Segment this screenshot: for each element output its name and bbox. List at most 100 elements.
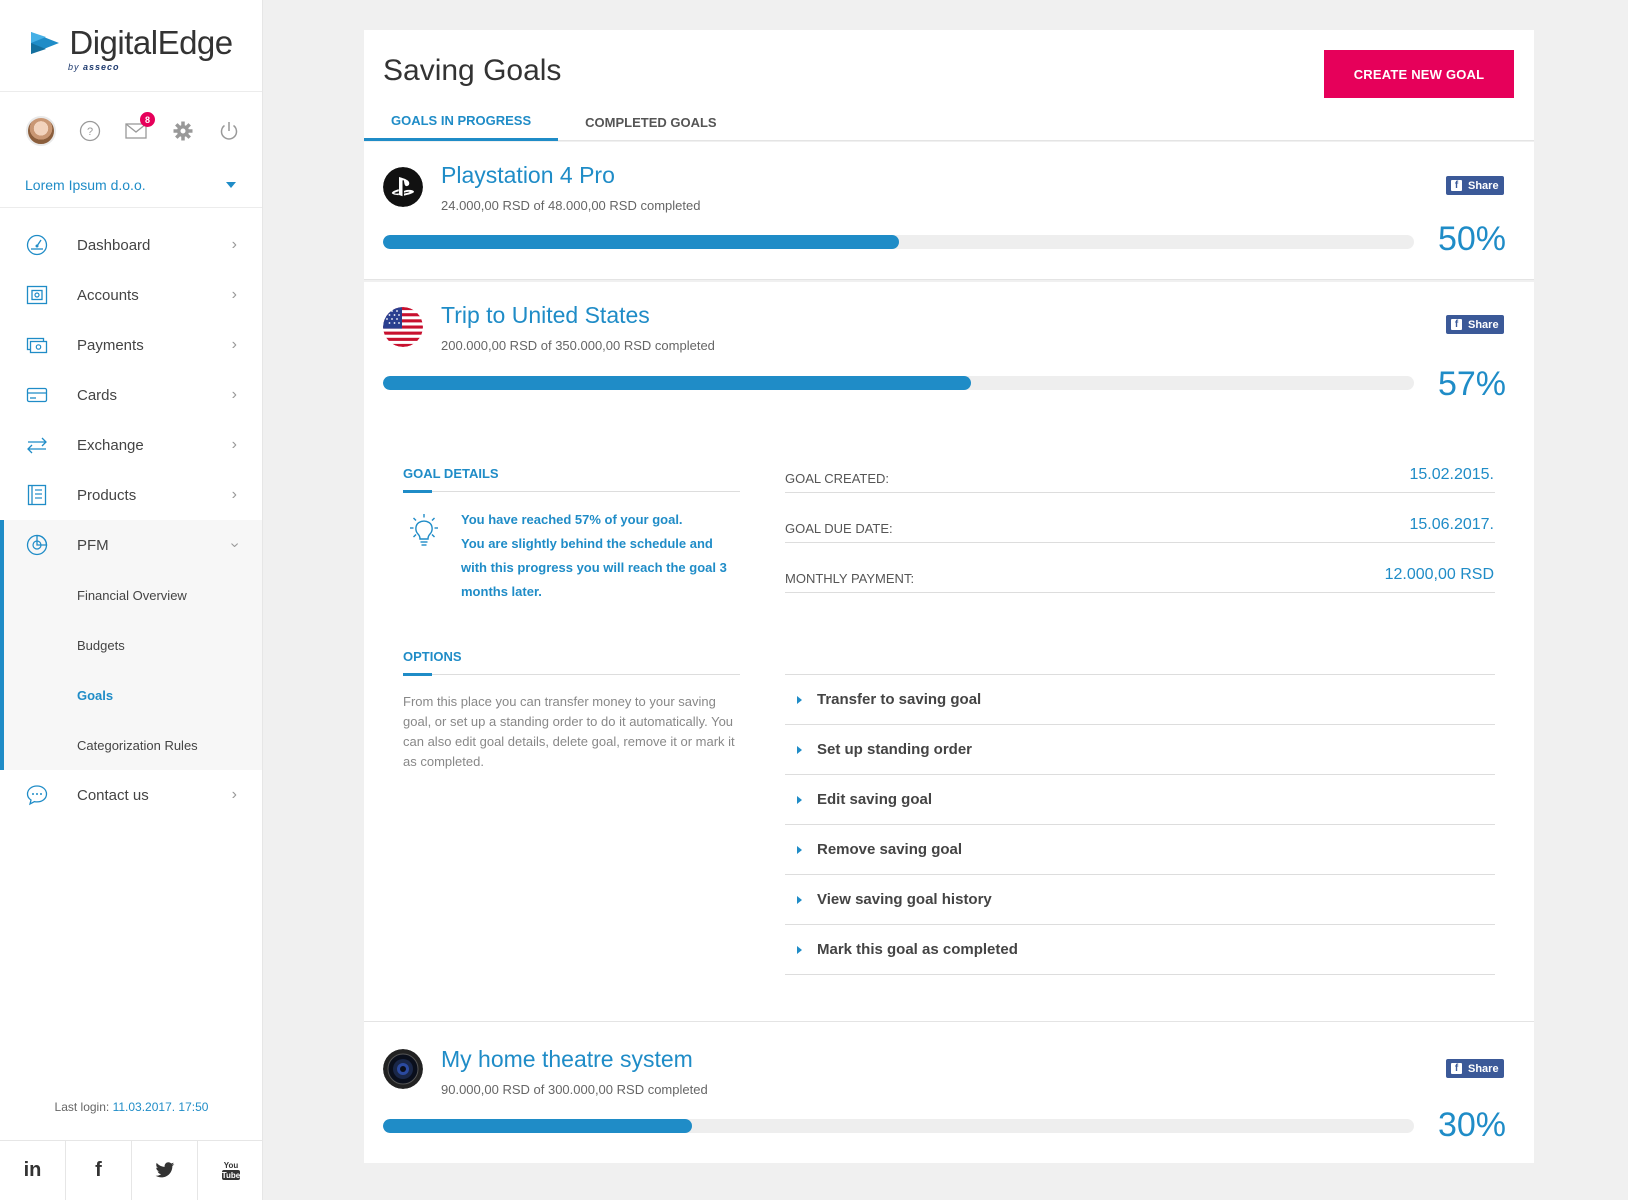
- option-mark-goal-completed[interactable]: Mark this goal as completed: [785, 925, 1495, 975]
- playstation-icon: [383, 167, 423, 207]
- option-set-up-standing-order[interactable]: Set up standing order: [785, 725, 1495, 775]
- divider: [785, 492, 1495, 493]
- chat-icon: [25, 783, 49, 807]
- facebook-icon: f: [1451, 1063, 1462, 1074]
- svg-text:?: ?: [86, 126, 92, 138]
- last-login-value: 11.03.2017. 17:50: [112, 1100, 209, 1114]
- goal-card[interactable]: My home theatre system 90.000,00 RSD of …: [364, 1021, 1534, 1163]
- progress-bar: [383, 376, 1414, 390]
- lightbulb-icon: [410, 514, 438, 546]
- gear-icon[interactable]: [170, 118, 196, 144]
- goal-progress-text: 24.000,00 RSD of 48.000,00 RSD completed: [441, 198, 701, 213]
- chevron-right-icon: ›: [231, 236, 237, 253]
- speaker-icon: [383, 1049, 423, 1089]
- progress-bar: [383, 235, 1414, 249]
- create-new-goal-button[interactable]: CREATE NEW GOAL: [1324, 50, 1514, 98]
- social-links: in f You Tube: [0, 1140, 263, 1200]
- triangle-right-icon: [797, 895, 802, 904]
- nav-item-payments[interactable]: Payments ›: [0, 320, 262, 370]
- facebook-share-button[interactable]: f Share: [1446, 176, 1504, 195]
- option-view-saving-goal-history[interactable]: View saving goal history: [785, 875, 1495, 925]
- cards-icon: [25, 383, 49, 407]
- company-name: Lorem Ipsum d.o.o.: [25, 176, 146, 193]
- goal-title[interactable]: Playstation 4 Pro: [441, 162, 615, 189]
- goal-title[interactable]: Trip to United States: [441, 302, 650, 329]
- progress-fill: [383, 1119, 693, 1133]
- title-underline: [403, 490, 432, 493]
- avatar[interactable]: [26, 116, 56, 146]
- subnav-financial-overview[interactable]: Financial Overview: [4, 570, 262, 620]
- goal-title[interactable]: My home theatre system: [441, 1046, 693, 1073]
- option-remove-saving-goal[interactable]: Remove saving goal: [785, 825, 1495, 875]
- nav-item-cards[interactable]: Cards ›: [0, 370, 262, 420]
- goal-card-expanded: Trip to United States 200.000,00 RSD of …: [364, 282, 1534, 1022]
- nav-item-products[interactable]: Products ›: [0, 470, 262, 520]
- twitter-icon[interactable]: [132, 1141, 198, 1200]
- facebook-share-button[interactable]: f Share: [1446, 315, 1504, 334]
- pfm-icon: [25, 533, 49, 557]
- triangle-right-icon: [797, 795, 802, 804]
- chevron-down-icon: ›: [226, 542, 244, 548]
- nav-label: Exchange: [77, 436, 144, 454]
- facebook-icon: f: [1451, 319, 1462, 330]
- monthly-payment-value: 12.000,00 RSD: [1384, 566, 1494, 583]
- svg-text:You: You: [223, 1161, 238, 1170]
- payments-icon: [25, 333, 49, 357]
- goal-progress-text: 200.000,00 RSD of 350.000,00 RSD complet…: [441, 338, 715, 353]
- option-transfer-to-saving-goal[interactable]: Transfer to saving goal: [785, 675, 1495, 725]
- linkedin-icon[interactable]: in: [0, 1141, 66, 1200]
- mail-badge: 8: [140, 112, 155, 127]
- nav-label: Cards: [77, 386, 118, 404]
- exchange-icon: [25, 433, 49, 457]
- help-icon[interactable]: ?: [77, 118, 103, 144]
- nav-label: Payments: [77, 336, 144, 354]
- products-icon: [25, 483, 49, 507]
- triangle-right-icon: [797, 945, 802, 954]
- subnav-categorization-rules[interactable]: Categorization Rules: [4, 720, 262, 770]
- goal-created-value: 15.02.2015.: [1409, 466, 1494, 483]
- triangle-right-icon: [797, 745, 802, 754]
- chevron-right-icon: ›: [231, 336, 237, 353]
- goal-card[interactable]: Playstation 4 Pro 24.000,00 RSD of 48.00…: [364, 142, 1534, 280]
- goal-due-date-value: 15.06.2017.: [1409, 516, 1494, 533]
- divider: [785, 542, 1495, 543]
- triangle-right-icon: [797, 695, 802, 704]
- title-underline: [403, 673, 432, 676]
- chevron-right-icon: ›: [231, 286, 237, 303]
- nav-label: PFM: [77, 536, 109, 554]
- divider: [403, 491, 740, 492]
- goal-tip: You have reached 57% of your goal. You a…: [461, 508, 741, 604]
- tab-goals-in-progress[interactable]: GOALS IN PROGRESS: [364, 103, 559, 141]
- nav-label: Products: [77, 486, 137, 504]
- nav-item-contact[interactable]: Contact us ›: [0, 770, 262, 820]
- logo-mark-icon: [31, 31, 60, 54]
- last-login-label: Last login:: [54, 1100, 110, 1114]
- user-bar: ? 8: [0, 100, 262, 162]
- tab-completed-goals[interactable]: COMPLETED GOALS: [558, 103, 743, 141]
- nav-item-dashboard[interactable]: Dashboard ›: [0, 220, 262, 270]
- chevron-right-icon: ›: [231, 486, 237, 503]
- option-edit-saving-goal[interactable]: Edit saving goal: [785, 775, 1495, 825]
- nav-item-exchange[interactable]: Exchange ›: [0, 420, 262, 470]
- power-icon[interactable]: [216, 118, 242, 144]
- company-selector[interactable]: Lorem Ipsum d.o.o.: [0, 162, 262, 208]
- monthly-payment-label: MONTHLY PAYMENT:: [785, 571, 915, 586]
- chevron-right-icon: ›: [231, 786, 237, 803]
- goal-details-title: GOAL DETAILS: [403, 466, 499, 481]
- facebook-share-button[interactable]: f Share: [1446, 1059, 1504, 1078]
- page-header: Saving Goals CREATE NEW GOAL GOALS IN PR…: [364, 30, 1534, 141]
- goal-due-date-label: GOAL DUE DATE:: [785, 521, 893, 536]
- youtube-icon[interactable]: You Tube: [198, 1141, 263, 1200]
- svg-text:Tube: Tube: [221, 1171, 240, 1180]
- brand-logo[interactable]: DigitalEdge by asseco: [0, 0, 262, 92]
- facebook-icon[interactable]: f: [66, 1141, 132, 1200]
- pfm-group: PFM › Financial Overview Budgets Goals C…: [0, 520, 262, 770]
- nav-label: Accounts: [77, 286, 139, 304]
- nav-item-pfm[interactable]: PFM ›: [4, 520, 262, 570]
- subnav-goals[interactable]: Goals: [4, 670, 262, 720]
- subnav-budgets[interactable]: Budgets: [4, 620, 262, 670]
- nav-item-accounts[interactable]: Accounts ›: [0, 270, 262, 320]
- goal-tip-line1: You have reached 57% of your goal.: [461, 512, 683, 527]
- facebook-icon: f: [1451, 180, 1462, 191]
- mail-icon[interactable]: 8: [123, 112, 155, 144]
